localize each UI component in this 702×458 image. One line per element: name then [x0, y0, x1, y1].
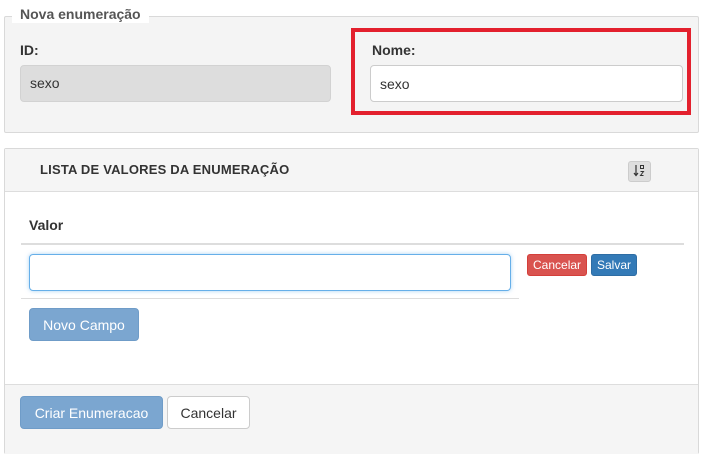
new-field-button[interactable]: Novo Campo — [29, 308, 139, 341]
row-divider — [21, 298, 519, 299]
cancel-button[interactable]: Cancelar — [167, 396, 250, 429]
row-cancel-button[interactable]: Cancelar — [527, 254, 587, 276]
create-enumeration-button[interactable]: Criar Enumeracao — [20, 396, 163, 429]
id-field: sexo — [20, 65, 331, 102]
id-label: ID: — [20, 42, 39, 58]
nome-field[interactable] — [370, 65, 683, 102]
value-input[interactable] — [29, 254, 511, 291]
column-header-valor: Valor — [29, 217, 64, 233]
panel-title: LISTA DE VALORES DA ENUMERAÇÃO — [40, 162, 290, 177]
panel-footer: Criar Enumeracao Cancelar — [5, 384, 698, 454]
panel-header: LISTA DE VALORES DA ENUMERAÇÃO — [5, 149, 698, 192]
nome-label: Nome: — [372, 42, 416, 58]
sort-button[interactable] — [628, 161, 651, 182]
row-save-button[interactable]: Salvar — [591, 254, 637, 276]
values-panel: LISTA DE VALORES DA ENUMERAÇÃO Valor Can… — [4, 148, 699, 454]
fieldset-legend: Nova enumeração — [12, 5, 149, 23]
header-divider — [21, 243, 684, 245]
sort-alpha-icon — [633, 164, 646, 180]
